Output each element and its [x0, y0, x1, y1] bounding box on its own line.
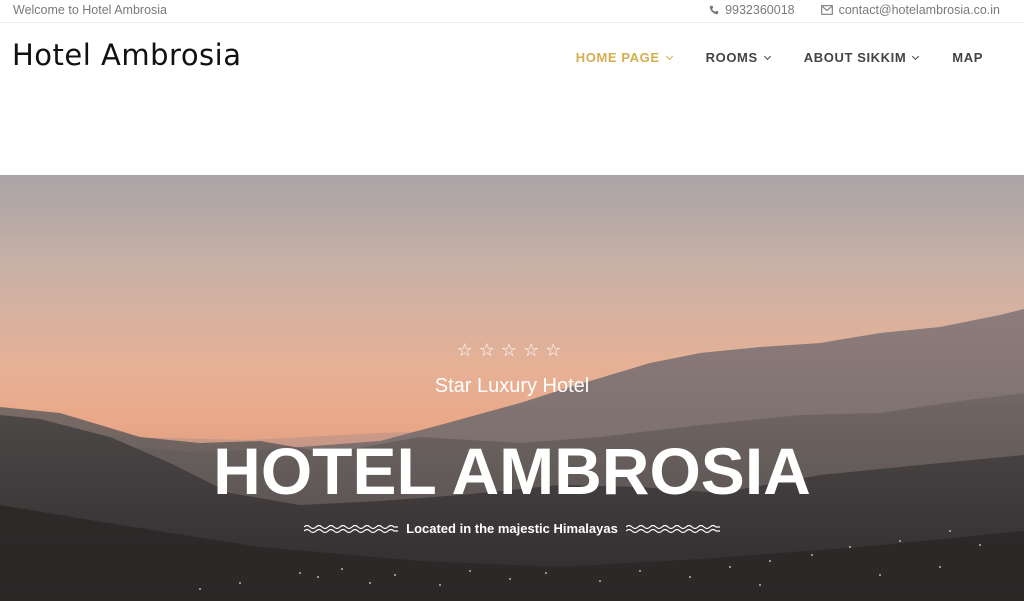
phone-link[interactable]: 9932360018	[709, 3, 795, 17]
envelope-icon	[820, 5, 833, 15]
hero-subtitle: Star Luxury Hotel	[434, 375, 590, 397]
top-bar: Welcome to Hotel Ambrosia 9932360018 con…	[0, 0, 1024, 23]
nav-item-label: HOME PAGE	[575, 50, 660, 65]
nav-item-label: MAP	[952, 50, 983, 65]
star-icon: ☆	[478, 340, 501, 360]
chevron-down-icon	[665, 52, 673, 60]
welcome-text: Welcome to Hotel Ambrosia	[13, 3, 167, 17]
nav-item-map[interactable]: MAP	[952, 50, 983, 65]
main-nav: HOME PAGE ROOMS ABOUT SIKKIM MAP	[576, 50, 983, 65]
star-icon: ☆	[523, 340, 546, 360]
nav-item-rooms[interactable]: ROOMS	[705, 50, 771, 65]
nav-item-about-sikkim[interactable]: ABOUT SIKKIM	[803, 50, 920, 65]
nav-item-label: ROOMS	[705, 50, 758, 65]
nav-item-label: ABOUT SIKKIM	[803, 50, 907, 65]
wave-divider-icon	[304, 524, 399, 533]
phone-icon	[709, 5, 719, 15]
email-address: contact@hotelambrosia.co.in	[838, 3, 1000, 17]
tagline-text: Located in the majestic Himalayas	[406, 521, 618, 536]
chevron-down-icon	[763, 52, 771, 60]
hero-tagline: Located in the majestic Himalayas	[0, 521, 1024, 536]
star-icon: ☆	[545, 340, 568, 360]
wave-divider-icon	[625, 524, 720, 533]
contact-info: 9932360018 contact@hotelambrosia.co.in	[709, 3, 1000, 17]
nav-item-home-page[interactable]: HOME PAGE	[575, 50, 673, 65]
email-link[interactable]: contact@hotelambrosia.co.in	[820, 3, 1000, 17]
phone-number: 9932360018	[725, 3, 795, 17]
rating-stars: ☆☆☆☆☆	[0, 340, 1024, 361]
star-icon: ☆	[456, 340, 479, 360]
hero-banner: ☆☆☆☆☆ Star Luxury Hotel HOTEL AMBROSIA L…	[0, 175, 1024, 601]
chevron-down-icon	[912, 52, 920, 60]
site-header: Hotel Ambrosia HOME PAGE ROOMS ABOUT SIK…	[0, 24, 1024, 174]
star-icon: ☆	[500, 340, 524, 360]
hero-title: HOTEL AMBROSIA	[213, 434, 811, 508]
site-logo[interactable]: Hotel Ambrosia	[12, 38, 242, 72]
